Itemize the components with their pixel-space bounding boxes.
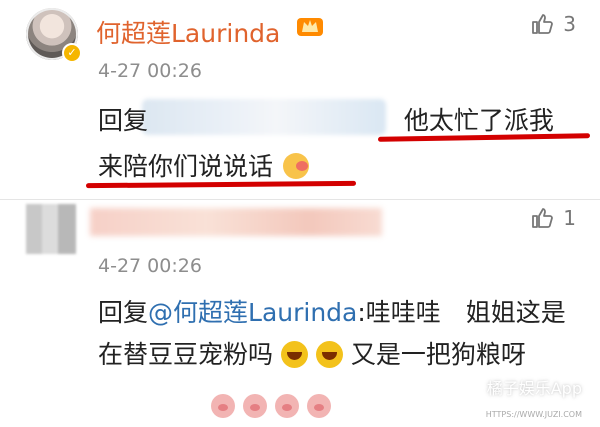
pig-emoji — [275, 394, 299, 418]
watermark-brand: 橘子娱乐App — [486, 379, 582, 398]
like-button-comment2[interactable]: 1 — [531, 206, 576, 230]
pig-emoji-group — [211, 394, 339, 418]
pig-emoji — [211, 394, 235, 418]
divider — [0, 199, 600, 200]
crown-icon — [297, 18, 323, 36]
laughing-emoji — [315, 341, 343, 368]
watermark-url: HTTPS://WWW.JUZI.COM — [485, 410, 582, 419]
like-count: 1 — [563, 206, 576, 230]
reply-message: 他太忙了派我来陪你们说说话 — [98, 106, 554, 181]
blurred-username — [90, 208, 382, 236]
laughing-emoji — [280, 341, 308, 368]
mention-link[interactable]: @何超莲Laurinda — [148, 298, 357, 327]
like-button-comment1[interactable]: 3 — [531, 12, 576, 36]
username-laurinda[interactable]: 何超莲Laurinda — [96, 14, 280, 50]
pig-emoji — [307, 394, 331, 418]
verified-badge-icon: ✓ — [62, 43, 82, 63]
like-count: 3 — [563, 12, 576, 36]
avatar-blurred[interactable] — [26, 204, 76, 254]
pig-emoji — [243, 394, 267, 418]
comment-text: 回复 他太忙了派我来陪你们说说话 — [98, 106, 554, 181]
comment-timestamp: 4-27 00:26 — [98, 60, 202, 82]
thumbs-up-icon — [532, 208, 554, 228]
thumbs-up-icon — [532, 14, 554, 34]
comment-timestamp: 4-27 00:26 — [98, 255, 202, 277]
blush-emoji — [282, 153, 309, 179]
comment-text: 回复@何超莲Laurinda:哇哇哇 姐姐这是在替豆豆宠粉吗 又是一把狗粮呀 — [98, 298, 566, 369]
